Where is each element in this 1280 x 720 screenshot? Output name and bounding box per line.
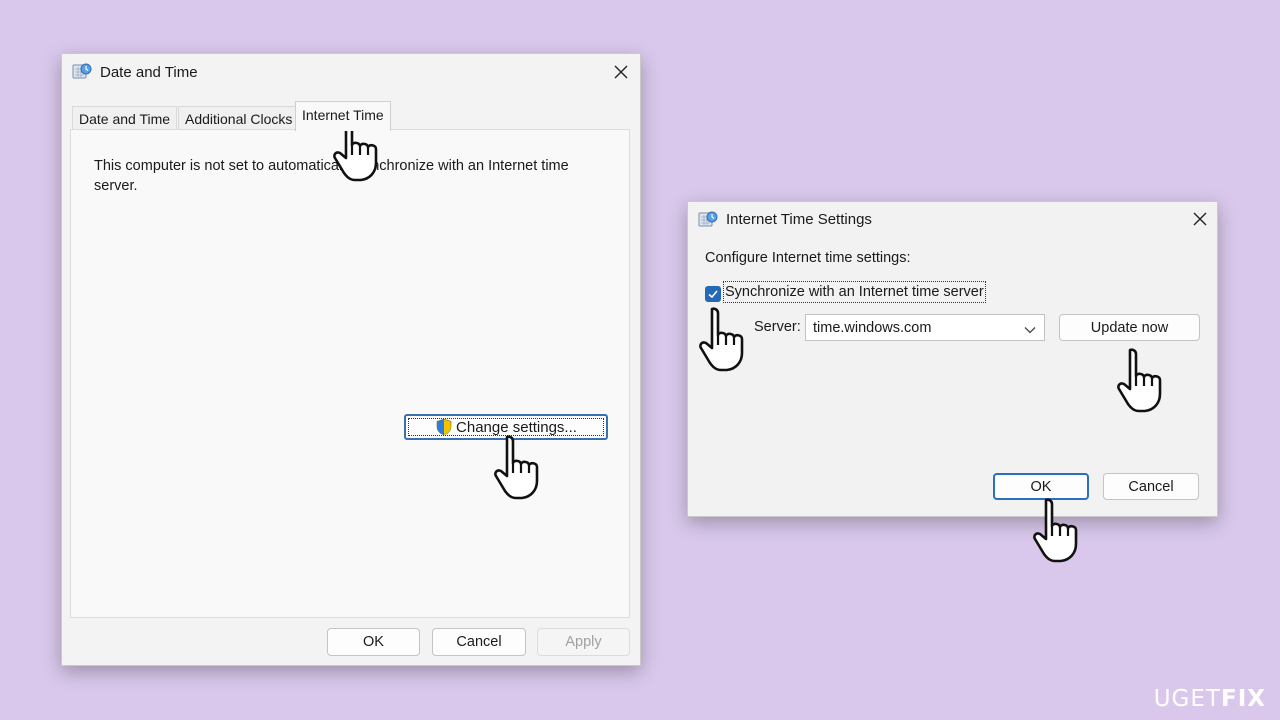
ok-button[interactable]: OK (327, 628, 420, 656)
close-icon[interactable] (1190, 209, 1210, 229)
ugetfix-logo: UGETFIX (1153, 686, 1266, 712)
title-bar: Date and Time (62, 54, 640, 92)
title-bar: Internet Time Settings (688, 202, 1217, 240)
sync-status-message: This computer is not set to automaticall… (94, 158, 569, 194)
chevron-down-icon (1024, 323, 1036, 334)
sync-checkbox-label[interactable]: Synchronize with an Internet time server (723, 281, 986, 303)
tab-additional-clocks[interactable]: Additional Clocks (178, 106, 300, 131)
tab-internet-time[interactable]: Internet Time (295, 101, 391, 131)
date-and-time-dialog: Date and Time Date and Time Additional C… (61, 53, 641, 666)
change-settings-button[interactable]: Change settings... (404, 414, 608, 440)
window-title: Internet Time Settings (726, 211, 872, 228)
tab-date-and-time[interactable]: Date and Time (72, 106, 178, 131)
server-value: time.windows.com (813, 319, 932, 336)
ok-button[interactable]: OK (993, 473, 1089, 500)
clock-globe-icon (698, 210, 718, 230)
checkmark-icon (708, 290, 718, 299)
window-title: Date and Time (100, 64, 198, 81)
internet-time-settings-dialog: Internet Time Settings Configure Interne… (687, 201, 1218, 517)
update-now-button[interactable]: Update now (1059, 314, 1200, 341)
change-settings-label: Change settings... (456, 418, 577, 436)
cancel-button[interactable]: Cancel (1103, 473, 1199, 500)
close-icon[interactable] (611, 62, 631, 82)
apply-button[interactable]: Apply (537, 628, 630, 656)
clock-globe-icon (72, 62, 92, 82)
configure-heading: Configure Internet time settings: (705, 250, 911, 266)
sync-checkbox[interactable] (705, 286, 721, 302)
server-combobox[interactable]: time.windows.com (805, 314, 1045, 341)
uac-shield-icon (435, 418, 453, 436)
internet-time-panel: This computer is not set to automaticall… (70, 129, 630, 618)
server-label: Server: (754, 319, 801, 335)
cancel-button[interactable]: Cancel (432, 628, 526, 656)
